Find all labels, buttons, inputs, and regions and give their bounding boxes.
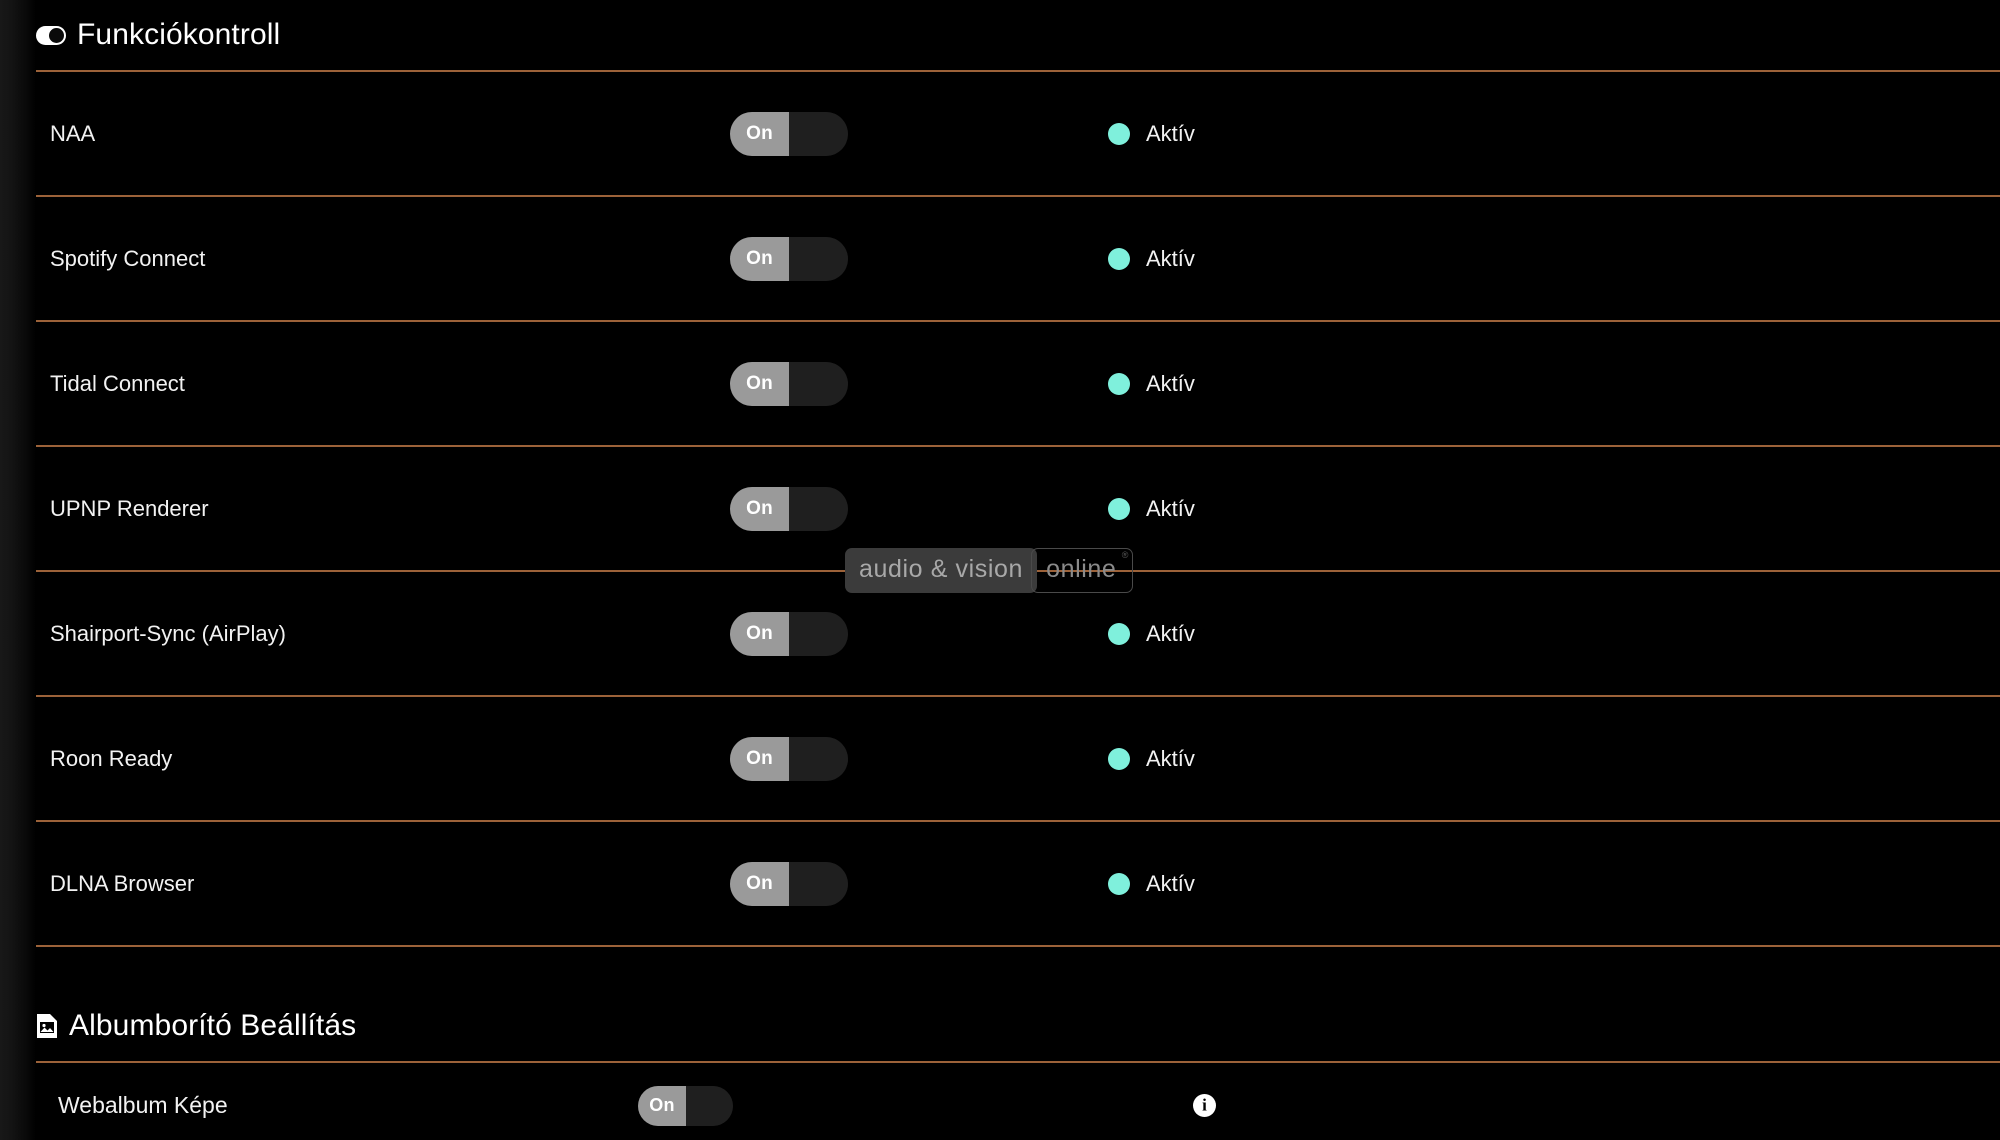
feature-row-label: Roon Ready <box>50 745 173 771</box>
toggle-pill-icon <box>36 25 66 45</box>
status-badge: Aktív <box>1108 621 1195 647</box>
toggle-on-track: On <box>730 486 789 531</box>
toggle-on-label: On <box>746 872 773 894</box>
image-file-icon <box>36 1013 58 1039</box>
status-badge: Aktív <box>1108 496 1195 522</box>
toggle-off-track <box>789 611 848 656</box>
toggle-on-label: On <box>746 122 773 144</box>
feature-row: Tidal Connect On Aktív <box>0 322 2000 445</box>
toggle-on-track: On <box>730 611 789 656</box>
toggle-off-track <box>789 236 848 281</box>
feature-row: Spotify Connect On Aktív <box>0 197 2000 320</box>
status-badge: Aktív <box>1108 746 1195 772</box>
feature-toggle[interactable]: On <box>730 111 848 156</box>
info-icon-wrapper[interactable]: i <box>1193 1094 1216 1117</box>
toggle-on-track: On <box>638 1085 686 1126</box>
settings-page: Funkciókontroll NAA On Aktív Spotify Connec… <box>0 0 2000 1140</box>
status-dot-icon <box>1108 122 1130 145</box>
feature-row-label: DLNA Browser <box>50 870 195 896</box>
feature-toggle[interactable]: On <box>730 736 848 781</box>
toggle-off-track <box>686 1085 733 1126</box>
feature-row-label: Shairport-Sync (AirPlay) <box>50 620 286 646</box>
toggle-on-track: On <box>730 736 789 781</box>
feature-row-label: UPNP Renderer <box>50 495 209 521</box>
toggle-on-track: On <box>730 111 789 156</box>
status-dot-icon <box>1108 247 1130 270</box>
album-cover-section: Albumborító Beállítás Webalbum Képe On i <box>0 991 2000 1140</box>
row-divider <box>36 945 2000 947</box>
status-dot-icon <box>1108 372 1130 395</box>
album-section-title: Albumborító Beállítás <box>69 1009 357 1042</box>
album-row-webalbum: Webalbum Képe On i <box>0 1063 2000 1140</box>
feature-toggle[interactable]: On <box>730 611 848 656</box>
toggle-on-label: On <box>746 747 773 769</box>
info-icon-glyph: i <box>1202 1095 1207 1115</box>
webalbum-image-toggle[interactable]: On <box>638 1085 733 1126</box>
feature-toggle[interactable]: On <box>730 361 848 406</box>
toggle-off-track <box>789 111 848 156</box>
feature-row-label: Spotify Connect <box>50 245 206 271</box>
status-badge: Aktív <box>1108 121 1195 147</box>
status-dot-icon <box>1108 622 1130 645</box>
feature-toggle[interactable]: On <box>730 236 848 281</box>
toggle-on-track: On <box>730 861 789 906</box>
status-label: Aktív <box>1146 495 1195 521</box>
status-label: Aktív <box>1146 870 1195 896</box>
toggle-on-label: On <box>746 247 773 269</box>
feature-row: Roon Ready On Aktív <box>0 697 2000 820</box>
status-dot-icon <box>1108 497 1130 520</box>
status-label: Aktív <box>1146 745 1195 771</box>
feature-toggle[interactable]: On <box>730 861 848 906</box>
status-badge: Aktív <box>1108 871 1195 897</box>
toggle-off-track <box>789 361 848 406</box>
feature-row: NAA On Aktív <box>0 72 2000 195</box>
feature-row-label: NAA <box>50 120 96 146</box>
toggle-on-label: On <box>746 497 773 519</box>
toggle-on-label: On <box>649 1095 675 1115</box>
status-badge: Aktív <box>1108 246 1195 272</box>
status-label: Aktív <box>1146 120 1195 146</box>
toggle-on-label: On <box>746 372 773 394</box>
toggle-off-track <box>789 861 848 906</box>
status-dot-icon <box>1108 872 1130 895</box>
feature-row: DLNA Browser On Aktív <box>0 822 2000 945</box>
status-dot-icon <box>1108 747 1130 770</box>
info-icon[interactable]: i <box>1193 1094 1216 1117</box>
feature-row: UPNP Renderer On Aktív <box>0 447 2000 570</box>
page-title: Funkciókontroll <box>77 18 281 51</box>
toggle-off-track <box>789 736 848 781</box>
toggle-on-track: On <box>730 361 789 406</box>
feature-row: Shairport-Sync (AirPlay) On Aktív <box>0 572 2000 695</box>
toggle-on-label: On <box>746 622 773 644</box>
status-badge: Aktív <box>1108 371 1195 397</box>
feature-control-header: Funkciókontroll <box>0 0 2000 70</box>
status-label: Aktív <box>1146 245 1195 271</box>
feature-row-label: Tidal Connect <box>50 370 185 396</box>
status-label: Aktív <box>1146 620 1195 646</box>
album-row-label: Webalbum Képe <box>58 1092 228 1118</box>
toggle-on-track: On <box>730 236 789 281</box>
status-label: Aktív <box>1146 370 1195 396</box>
toggle-off-track <box>789 486 848 531</box>
feature-row-list: NAA On Aktív Spotify Connect On Aktív Tidal Co… <box>0 72 2000 947</box>
album-cover-header: Albumborító Beállítás <box>0 991 2000 1061</box>
feature-toggle[interactable]: On <box>730 486 848 531</box>
